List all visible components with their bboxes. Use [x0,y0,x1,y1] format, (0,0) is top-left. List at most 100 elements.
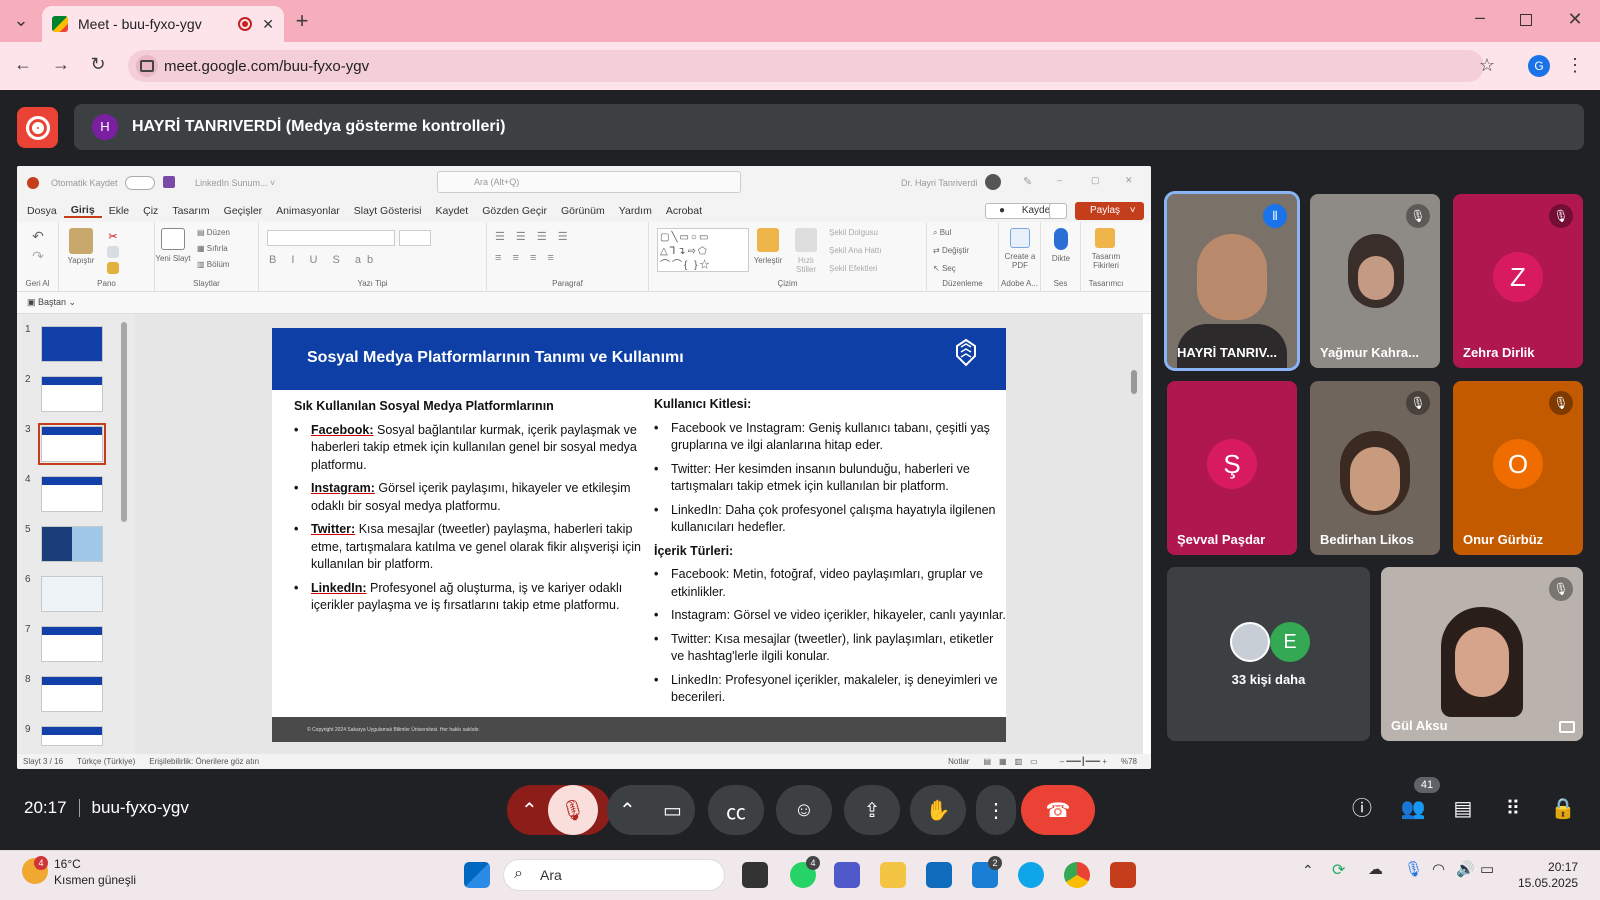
more-participants-tile[interactable]: E 33 kişi daha [1167,567,1370,741]
slide-thumb-7[interactable] [41,626,103,662]
people-button[interactable]: 👥 [1398,794,1428,824]
chrome-icon[interactable] [1064,862,1090,888]
reset-button[interactable]: ▦ Sıfırla [197,244,228,253]
shape-effects-button[interactable]: Şekil Efektleri [829,264,877,273]
new-tab-icon[interactable]: + [292,10,312,32]
meeting-details-button[interactable]: ⓘ [1347,794,1377,824]
menu-gozden-gecir[interactable]: Gözden Geçir [475,205,554,217]
menu-slayt-gosterisi[interactable]: Slayt Gösterisi [347,205,429,217]
paste-icon[interactable] [69,228,93,254]
view-buttons[interactable]: ▤▦▥▭ [983,757,1045,766]
start-button[interactable] [464,862,490,888]
outlook-icon[interactable] [926,862,952,888]
forward-icon[interactable]: → [50,55,72,73]
ppt-search-box[interactable]: Ara (Alt+Q) [437,171,741,193]
shape-outline-button[interactable]: Şekil Ana Hattı [829,246,881,255]
thumbs-scrollbar[interactable] [121,322,127,522]
presenter-banner[interactable]: H HAYRİ TANRIVERDİ (Medya gösterme kontr… [74,104,1584,150]
menu-kaydet[interactable]: Kaydet [428,205,475,217]
designer-icon[interactable] [1095,228,1115,248]
teams-icon[interactable] [834,862,860,888]
menu-ekle[interactable]: Ekle [102,205,136,217]
comments-icon[interactable] [1049,203,1067,219]
profile-avatar[interactable]: G [1528,55,1550,77]
task-view-icon[interactable] [742,862,768,888]
shapes-gallery[interactable]: ▢╲▭○▭ △⅂↴⇨⬠ ⌒⌒{ }☆ [657,228,749,272]
site-info-icon[interactable] [136,55,158,77]
sync-icon[interactable]: ⟳ [1332,860,1345,880]
participant-tile[interactable]: Z 🎙 Zehra Dirlik [1453,194,1583,368]
menu-ciz[interactable]: Çiz [136,205,165,217]
redo-icon[interactable]: ↷ [28,248,48,268]
menu-dosya[interactable]: Dosya [20,205,64,217]
powerpoint-taskbar-icon[interactable] [1110,862,1136,888]
tab-close-icon[interactable]: ✕ [262,16,274,33]
file-explorer-icon[interactable] [880,862,906,888]
quick-styles-icon[interactable] [795,228,817,252]
ppt-maximize-icon[interactable]: ▢ [1091,175,1100,186]
find-button[interactable]: ⌕ Bul [933,228,951,238]
wifi-icon[interactable]: ◠ [1432,860,1445,878]
battery-icon[interactable]: ▭ [1480,860,1494,878]
list-buttons[interactable]: ☰ ☰ ☰ ☰ [495,230,572,243]
tab-meet[interactable]: Meet - buu-fyxo-ygv ✕ [42,6,284,42]
slide-thumb-9[interactable] [41,726,103,746]
recording-button[interactable] [17,107,58,148]
align-buttons[interactable]: ≡ ≡ ≡ ≡ [495,252,558,264]
weather-widget[interactable]: 16°C Kısmen güneşli [54,856,136,888]
create-pdf-icon[interactable] [1010,228,1030,248]
arrange-icon[interactable] [757,228,779,252]
onedrive-icon[interactable]: ☁ [1368,860,1383,878]
layout-button[interactable]: ▤ Düzen [197,228,230,237]
cut-icon[interactable]: ✂ [107,230,119,243]
leave-call-button[interactable]: ☎ [1021,785,1095,835]
back-icon[interactable]: ← [12,55,34,73]
slide-thumb-4[interactable] [41,476,103,512]
participant-tile[interactable]: Ş Şevval Paşdar [1167,381,1297,555]
participant-tile[interactable]: O 🎙 Onur Gürbüz [1453,381,1583,555]
language-status[interactable]: Türkçe (Türkiye) [77,757,135,766]
autosave-toggle[interactable] [125,176,155,190]
maximize-icon[interactable] [1520,14,1532,26]
taskbar-clock[interactable]: 20:17 15.05.2025 [1518,859,1578,891]
participant-tile[interactable]: 🎙 Gül Aksu [1381,567,1583,741]
undo-icon[interactable]: ↶ [28,228,48,248]
tray-chevron-icon[interactable]: ⌃ [1302,862,1314,879]
mic-toggle-button[interactable]: 🎙 [548,785,598,835]
slide-thumb-2[interactable] [41,376,103,412]
ppt-close-icon[interactable]: ✕ [1125,175,1133,186]
shape-fill-button[interactable]: Şekil Dolgusu [829,228,878,237]
format-painter-icon[interactable] [107,262,119,274]
zoom-slider[interactable]: – ━━━┃━━━ + [1060,757,1107,766]
dictate-mic-icon[interactable] [1054,228,1068,250]
new-slide-icon[interactable] [161,228,185,250]
reactions-button[interactable]: ☺ [776,785,832,835]
activities-button[interactable]: ⠿ [1498,794,1528,824]
minimize-icon[interactable]: – [1470,8,1490,26]
ppt-user-avatar[interactable] [985,174,1001,190]
menu-tasarim[interactable]: Tasarım [165,205,216,217]
pen-icon[interactable]: ✎ [1023,175,1032,188]
font-size-field[interactable] [399,230,431,246]
menu-gorunum[interactable]: Görünüm [554,205,612,217]
menu-acrobat[interactable]: Acrobat [659,205,709,217]
slide-thumb-5[interactable] [41,526,103,562]
volume-icon[interactable]: 🔊 [1456,860,1475,878]
bookmark-star-icon[interactable]: ☆ [1476,56,1498,74]
slide-thumb-1[interactable] [41,326,103,362]
host-controls-button[interactable]: 🔒 [1548,794,1578,824]
participant-tile[interactable]: ⦀ HAYRİ TANRIV... [1164,191,1300,371]
zoom-level[interactable]: %78 [1121,757,1137,766]
taskbar-search[interactable]: Ara [503,859,725,891]
notes-button[interactable]: Notlar [948,757,969,766]
select-button[interactable]: ↖ Seç [933,264,956,273]
from-start-button[interactable]: ▣ Baştan ⌄ [27,297,76,308]
slide-thumb-3[interactable] [38,423,106,465]
raise-hand-button[interactable]: ✋ [910,785,966,835]
address-bar[interactable]: meet.google.com/buu-fyxo-ygv [128,50,1484,82]
pip-icon[interactable] [1559,721,1575,733]
section-button[interactable]: ▥ Bölüm [197,260,229,269]
ppt-minimize-icon[interactable]: – [1057,175,1062,185]
save-icon[interactable] [163,176,175,188]
menu-yardim[interactable]: Yardım [612,205,659,217]
